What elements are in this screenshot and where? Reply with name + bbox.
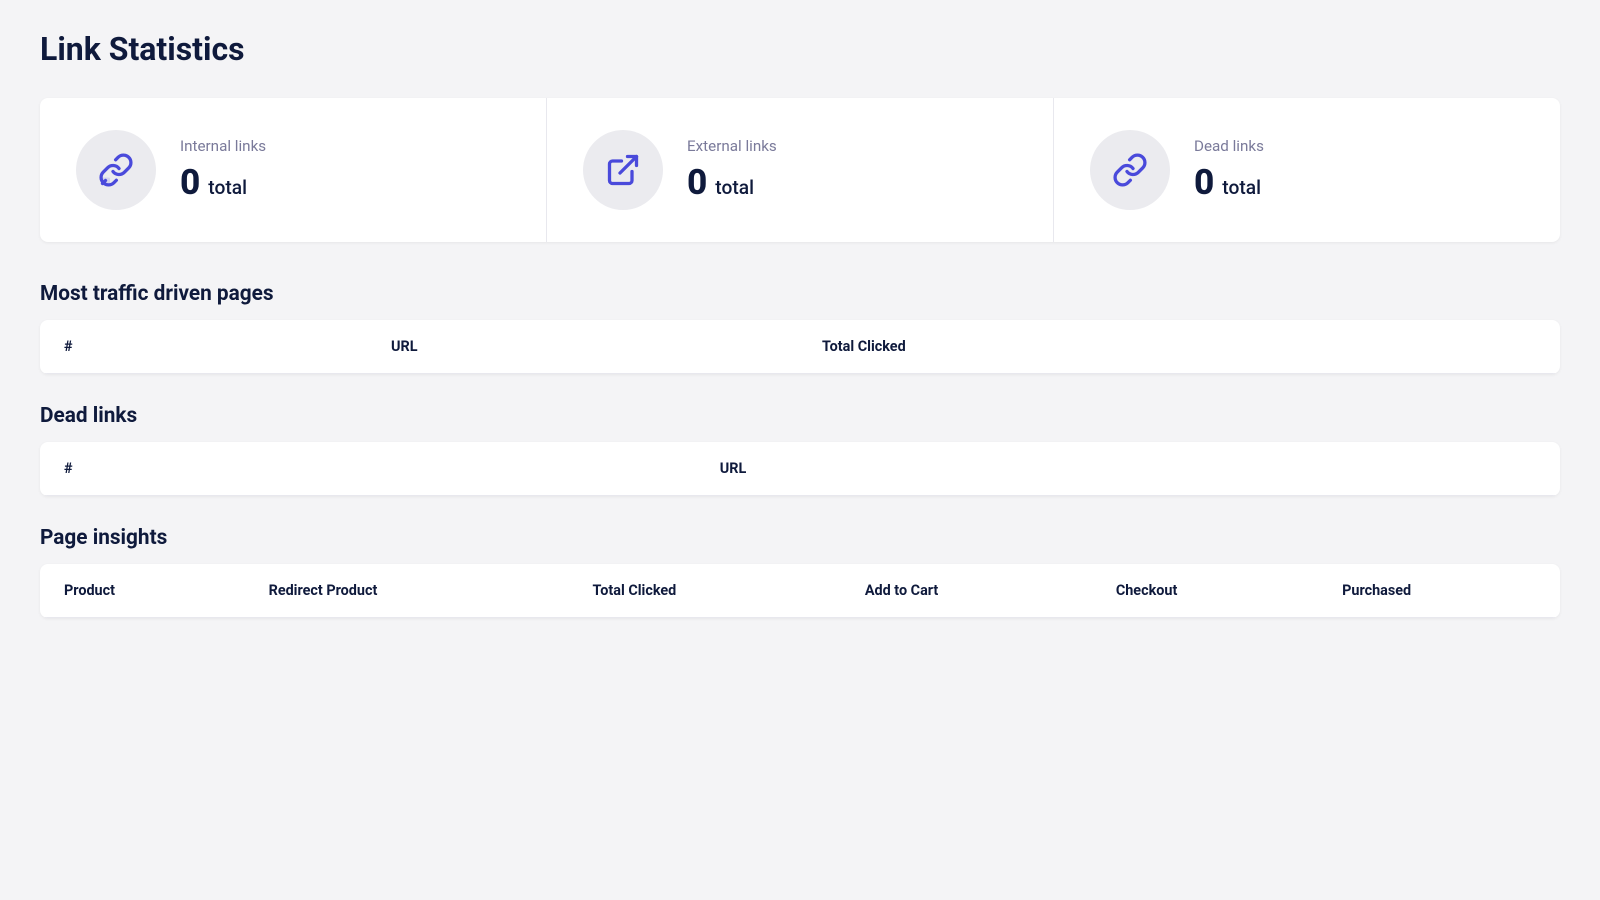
external-link-icon-circle bbox=[583, 130, 663, 210]
traffic-table: # URL Total Clicked bbox=[40, 320, 1560, 374]
stat-label-internal: Internal links bbox=[180, 137, 266, 155]
traffic-col-url: URL bbox=[367, 320, 798, 374]
page-insights-header-row: Product Redirect Product Total Clicked A… bbox=[40, 564, 1560, 618]
page-insights-title: Page insights bbox=[40, 526, 1560, 550]
dead-links-section: Dead links # URL bbox=[40, 404, 1560, 496]
dead-links-header-row: # URL bbox=[40, 442, 1560, 496]
stat-card-external: External links 0 total bbox=[547, 98, 1054, 242]
insights-col-checkout: Checkout bbox=[1092, 564, 1318, 618]
stat-total-external: total bbox=[715, 176, 754, 199]
traffic-table-container: # URL Total Clicked bbox=[40, 320, 1560, 374]
stat-info-dead: Dead links 0 total bbox=[1194, 137, 1264, 203]
stat-info-internal: Internal links 0 total bbox=[180, 137, 266, 203]
traffic-col-clicked: Total Clicked bbox=[798, 320, 1560, 374]
insights-col-cart: Add to Cart bbox=[841, 564, 1092, 618]
dead-link-icon bbox=[1112, 152, 1148, 188]
insights-col-redirect: Redirect Product bbox=[245, 564, 569, 618]
dead-links-section-title: Dead links bbox=[40, 404, 1560, 428]
stat-card-dead: Dead links 0 total bbox=[1054, 98, 1560, 242]
page-insights-table-container: Product Redirect Product Total Clicked A… bbox=[40, 564, 1560, 618]
internal-link-icon-circle bbox=[76, 130, 156, 210]
stat-total-dead: total bbox=[1222, 176, 1261, 199]
stat-total-internal: total bbox=[208, 176, 247, 199]
stat-value-dead: 0 total bbox=[1194, 161, 1264, 203]
stat-label-external: External links bbox=[687, 137, 777, 155]
internal-link-icon bbox=[98, 152, 134, 188]
insights-col-purchased: Purchased bbox=[1318, 564, 1560, 618]
dead-links-table: # URL bbox=[40, 442, 1560, 496]
page-insights-section: Page insights Product Redirect Product T… bbox=[40, 526, 1560, 618]
insights-col-clicked: Total Clicked bbox=[569, 564, 841, 618]
dead-col-hash: # bbox=[40, 442, 696, 496]
page-title: Link Statistics bbox=[40, 30, 1560, 68]
dead-links-table-container: # URL bbox=[40, 442, 1560, 496]
stat-label-dead: Dead links bbox=[1194, 137, 1264, 155]
stat-card-internal: Internal links 0 total bbox=[40, 98, 547, 242]
dead-col-url: URL bbox=[696, 442, 1560, 496]
traffic-col-hash: # bbox=[40, 320, 367, 374]
stat-number-external: 0 bbox=[687, 161, 707, 203]
stats-row: Internal links 0 total External links 0 … bbox=[40, 98, 1560, 242]
page-insights-table: Product Redirect Product Total Clicked A… bbox=[40, 564, 1560, 618]
traffic-table-header-row: # URL Total Clicked bbox=[40, 320, 1560, 374]
stat-info-external: External links 0 total bbox=[687, 137, 777, 203]
stat-value-internal: 0 total bbox=[180, 161, 266, 203]
traffic-section: Most traffic driven pages # URL Total Cl… bbox=[40, 282, 1560, 374]
dead-link-icon-circle bbox=[1090, 130, 1170, 210]
stat-number-internal: 0 bbox=[180, 161, 200, 203]
stat-value-external: 0 total bbox=[687, 161, 777, 203]
traffic-section-title: Most traffic driven pages bbox=[40, 282, 1560, 306]
insights-col-product: Product bbox=[40, 564, 245, 618]
stat-number-dead: 0 bbox=[1194, 161, 1214, 203]
external-link-icon bbox=[605, 152, 641, 188]
